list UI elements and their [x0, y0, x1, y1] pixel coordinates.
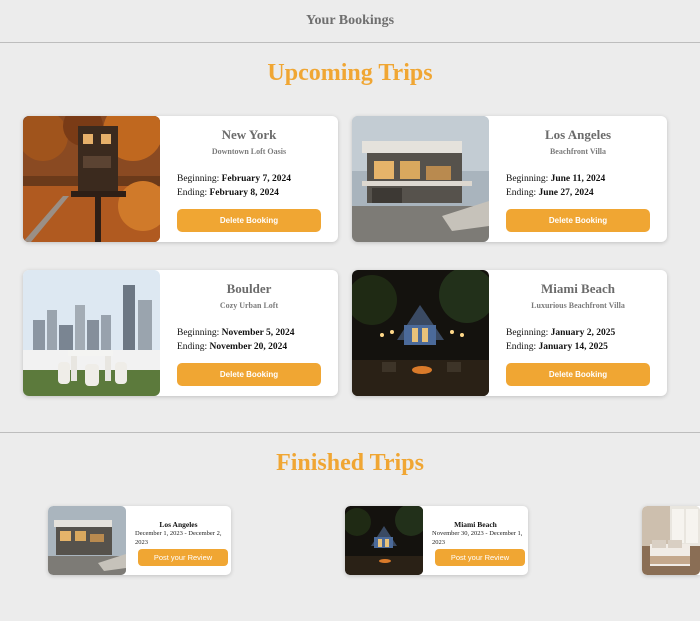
finished-trip-card: Miami Beach November 30, 2023 - December…	[345, 506, 528, 575]
finished-trip-card: Los Angeles December 1, 2023 - December …	[48, 506, 231, 575]
begin-label: Beginning:	[506, 328, 549, 338]
finished-trip-card	[642, 506, 700, 575]
trip-dates: December 1, 2023 - December 2, 2023	[135, 529, 229, 547]
upcoming-trips-title: Upcoming Trips	[267, 60, 433, 86]
begin-label: Beginning:	[506, 174, 549, 184]
treehouse-photo	[23, 116, 160, 242]
end-label: Ending:	[506, 188, 537, 198]
delete-booking-button[interactable]: Delete Booking	[506, 209, 650, 232]
trip-location: Miami Beach	[540, 281, 615, 296]
trip-dates: Beginning: June 11, 2024 Ending: June 27…	[506, 172, 657, 200]
dates-line: 2023	[135, 539, 148, 546]
post-review-button[interactable]: Post your Review	[435, 549, 525, 566]
post-review-button[interactable]: Post your Review	[138, 549, 228, 566]
finished-trip-info: Los Angeles December 1, 2023 - December …	[126, 506, 231, 575]
finished-trip-info: Miami Beach November 30, 2023 - December…	[423, 506, 528, 575]
dates-line: 2023	[432, 539, 445, 546]
upcoming-trip-card: Boulder Cozy Urban Loft Beginning: Novem…	[23, 270, 338, 396]
end-label: Ending:	[506, 342, 537, 352]
end-date: June 27, 2024	[538, 188, 594, 198]
trip-location: Miami Beach	[454, 520, 497, 529]
listing-name: Beachfront Villa	[549, 147, 607, 156]
trip-info: Boulder Cozy Urban Loft Beginning: Novem…	[160, 270, 338, 396]
end-date: January 14, 2025	[538, 342, 608, 352]
end-date: November 20, 2024	[209, 342, 288, 352]
listing-name: Luxurious Beachfront Villa	[531, 301, 625, 310]
trip-dates: Beginning: February 7, 2024 Ending: Febr…	[177, 172, 328, 200]
begin-date: January 2, 2025	[550, 328, 616, 338]
finished-trips-title: Finished Trips	[276, 450, 424, 476]
header-bar: Your Bookings	[0, 0, 700, 43]
trip-dates: Beginning: January 2, 2025 Ending: Janua…	[506, 326, 657, 354]
dates-line: December 1, 2023 - December 2,	[135, 530, 222, 537]
delete-booking-button[interactable]: Delete Booking	[506, 363, 650, 386]
trip-location: Boulder	[226, 281, 272, 296]
bedroom-photo	[642, 506, 700, 575]
trip-info: Los Angeles Beachfront Villa Beginning: …	[489, 116, 667, 242]
page-title: Your Bookings	[305, 13, 395, 28]
end-label: Ending:	[177, 342, 208, 352]
begin-label: Beginning:	[177, 328, 220, 338]
listing-name: Downtown Loft Oasis	[211, 147, 287, 156]
villa-photo	[48, 506, 126, 575]
delete-booking-button[interactable]: Delete Booking	[177, 363, 321, 386]
trip-location: New York	[221, 127, 277, 142]
trip-info: New York Downtown Loft Oasis Beginning: …	[160, 116, 338, 242]
upcoming-trip-card: Miami Beach Luxurious Beachfront Villa B…	[352, 270, 667, 396]
trip-dates: Beginning: November 5, 2024 Ending: Nove…	[177, 326, 328, 354]
upcoming-trip-card: New York Downtown Loft Oasis Beginning: …	[23, 116, 338, 242]
trip-dates: November 30, 2023 - December 1, 2023	[432, 529, 526, 547]
listing-name: Cozy Urban Loft	[219, 301, 279, 310]
trip-info: Miami Beach Luxurious Beachfront Villa B…	[489, 270, 667, 396]
delete-booking-button[interactable]: Delete Booking	[177, 209, 321, 232]
trip-location: Los Angeles	[159, 520, 198, 529]
cabin-night-photo	[345, 506, 423, 575]
rooftop-photo	[23, 270, 160, 396]
begin-date: February 7, 2024	[221, 174, 292, 184]
section-divider	[0, 432, 700, 433]
begin-date: June 11, 2024	[550, 174, 606, 184]
upcoming-trip-card: Los Angeles Beachfront Villa Beginning: …	[352, 116, 667, 242]
trip-location: Los Angeles	[544, 127, 612, 142]
dates-line: November 30, 2023 - December 1,	[432, 530, 523, 537]
begin-date: November 5, 2024	[221, 328, 295, 338]
begin-label: Beginning:	[177, 174, 220, 184]
cabin-night-photo	[352, 270, 489, 396]
villa-photo	[352, 116, 489, 242]
end-label: Ending:	[177, 188, 208, 198]
end-date: February 8, 2024	[209, 188, 279, 198]
